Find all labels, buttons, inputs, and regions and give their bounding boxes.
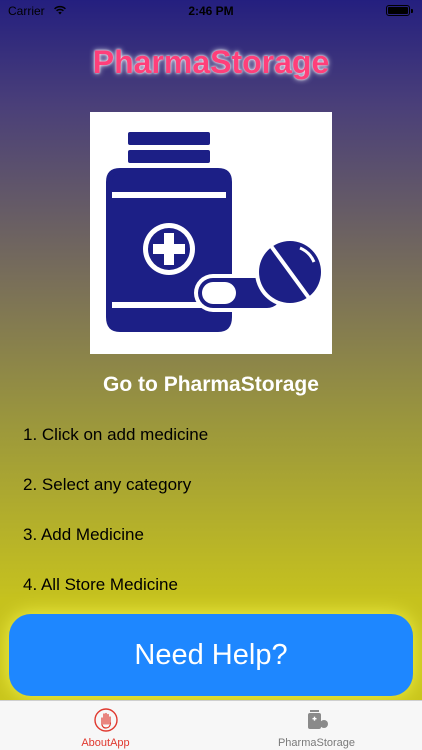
pills-icon: [307, 710, 328, 729]
app-title: PharmaStorage: [92, 44, 330, 80]
list-item: 1. Click on add medicine: [23, 425, 209, 444]
section-heading: Go to PharmaStorage: [103, 373, 319, 396]
tab-label: AboutApp: [81, 737, 130, 749]
tab-pharmastorage[interactable]: PharmaStorage: [211, 701, 422, 750]
need-help-button[interactable]: Need Help?: [9, 614, 413, 696]
tab-label: PharmaStorage: [277, 737, 356, 749]
tab-bar: AboutApp PharmaStorage: [0, 700, 422, 750]
list-item: 2. Select any category: [23, 475, 192, 494]
status-time: 2:46 PM: [188, 4, 234, 18]
status-bar: Carrier 2:46 PM: [0, 0, 422, 22]
medicine-bottle-icon: [106, 132, 325, 332]
tab-aboutapp[interactable]: AboutApp: [0, 701, 211, 750]
battery-icon: [386, 5, 413, 16]
steps-list: 1. Click on add medicine 2. Select any c…: [23, 425, 208, 625]
hand-icon: [93, 708, 118, 732]
app-logo: [90, 112, 332, 354]
list-item: 3. Add Medicine: [23, 525, 144, 544]
